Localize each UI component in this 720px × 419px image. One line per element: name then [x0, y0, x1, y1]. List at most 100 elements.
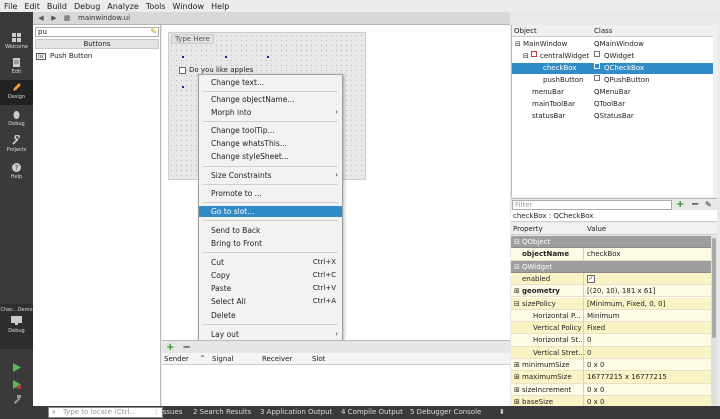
expand-icon[interactable]: ⊞: [514, 359, 520, 371]
pane-search-results[interactable]: 2 Search Results: [193, 406, 251, 419]
menu-build[interactable]: Build: [47, 2, 67, 11]
tree-row[interactable]: pushButton QPushButton: [512, 75, 718, 86]
column-receiver[interactable]: Receiver: [262, 353, 292, 365]
selection-handle[interactable]: [182, 86, 184, 88]
mode-help[interactable]: ? Help: [0, 160, 33, 185]
mode-debug[interactable]: Debug: [0, 107, 33, 132]
tree-row[interactable]: statusBar QStatusBar: [512, 111, 718, 122]
property-row[interactable]: objectName checkBox: [511, 248, 717, 261]
kit-selector[interactable]: Chec...Demo Debug: [0, 304, 33, 349]
mode-projects[interactable]: Projects: [0, 133, 33, 158]
property-row[interactable]: ⊞ minimumSize 0 x 0: [511, 359, 717, 372]
nav-back-icon[interactable]: ◀: [36, 14, 46, 23]
collapse-icon[interactable]: ⊟: [514, 298, 520, 310]
more-panes-icon[interactable]: ⬍: [499, 406, 505, 419]
enabled-checkbox[interactable]: ✓: [587, 274, 595, 283]
open-file-name[interactable]: mainwindow.ui: [78, 14, 130, 22]
pane-debugger-console[interactable]: 5 Debugger Console: [410, 406, 481, 419]
property-value[interactable]: 0: [587, 347, 591, 359]
column-property[interactable]: Property: [513, 223, 543, 235]
tree-row[interactable]: checkBox QCheckBox: [512, 63, 718, 74]
property-value[interactable]: 0 x 0: [587, 396, 605, 406]
object-inspector-scrollbar[interactable]: [713, 25, 718, 197]
tree-row[interactable]: mainToolBar QToolBar: [512, 99, 718, 110]
property-value[interactable]: [Minimum, Fixed, 0, 0]: [587, 298, 665, 310]
property-value[interactable]: 0: [587, 334, 591, 346]
remove-dynamic-property-icon[interactable]: −: [691, 199, 699, 210]
property-row[interactable]: Vertical Policy Fixed: [511, 322, 717, 335]
tree-row[interactable]: ⊟ MainWindow QMainWindow: [512, 39, 718, 50]
widget-filter-input[interactable]: pu ✎: [35, 27, 159, 37]
widget-item-push-button[interactable]: OK Push Button: [36, 51, 92, 61]
column-sender[interactable]: Sender: [164, 353, 189, 365]
menu-item-promote-to[interactable]: Promote to ...: [199, 188, 342, 199]
menu-item-cut[interactable]: Cut Ctrl+X: [199, 257, 342, 268]
column-object[interactable]: Object: [514, 25, 537, 37]
add-dynamic-property-icon[interactable]: +: [676, 199, 684, 210]
mode-welcome[interactable]: Welcome: [0, 30, 33, 55]
property-row[interactable]: ⊞ baseSize 0 x 0: [511, 395, 717, 406]
property-value[interactable]: 16777215 x 16777215: [587, 371, 667, 383]
scrollbar-thumb[interactable]: [712, 238, 716, 338]
menu-item-delete[interactable]: Delete: [199, 310, 342, 321]
property-row[interactable]: Vertical Stret... 0: [511, 346, 717, 359]
menu-item-select-all[interactable]: Select All Ctrl+A: [199, 296, 342, 307]
menu-item-change-whatsthis[interactable]: Change whatsThis...: [199, 138, 342, 149]
property-value[interactable]: Minimum: [587, 310, 619, 322]
menu-edit[interactable]: Edit: [24, 2, 40, 11]
menu-item-change-tooltip[interactable]: Change toolTip...: [199, 125, 342, 136]
form-checkbox[interactable]: Do you like apples: [179, 66, 253, 74]
expand-icon[interactable]: ⊞: [514, 371, 520, 383]
menu-file[interactable]: File: [4, 2, 17, 11]
column-slot[interactable]: Slot: [312, 353, 325, 365]
menu-analyze[interactable]: Analyze: [107, 2, 139, 11]
property-scrollbar[interactable]: [711, 236, 717, 406]
menu-item-change-stylesheet[interactable]: Change styleSheet...: [199, 151, 342, 162]
property-row[interactable]: ⊞ sizeIncrement 0 x 0: [511, 383, 717, 396]
menu-debug[interactable]: Debug: [74, 2, 100, 11]
menu-item-change-objectname[interactable]: Change objectName...: [199, 94, 342, 105]
build-hammer-icon[interactable]: [11, 394, 22, 405]
collapse-icon[interactable]: ⊟: [523, 51, 529, 62]
debug-run-icon[interactable]: [11, 379, 22, 390]
menu-item-size-constraints[interactable]: Size Constraints ›: [199, 170, 342, 181]
menu-item-copy[interactable]: Copy Ctrl+C: [199, 270, 342, 281]
run-icon[interactable]: [11, 362, 22, 373]
column-signal[interactable]: Signal: [212, 353, 234, 365]
selection-handle[interactable]: [225, 56, 227, 58]
collapse-icon[interactable]: ⊟: [515, 39, 521, 50]
property-value[interactable]: Fixed: [587, 322, 605, 334]
property-value[interactable]: [(20, 10), 181 x 61]: [587, 285, 656, 297]
pane-compile-output[interactable]: 4 Compile Output: [341, 406, 403, 419]
column-value[interactable]: Value: [587, 223, 606, 235]
menu-item-bring-to-front[interactable]: Bring to Front: [199, 238, 342, 249]
menu-item-lay-out[interactable]: Lay out ›: [199, 329, 342, 340]
selection-handle[interactable]: [267, 56, 269, 58]
menu-help[interactable]: Help: [211, 2, 229, 11]
property-value[interactable]: checkBox: [587, 248, 621, 260]
property-section[interactable]: ⊟ QWidget: [511, 260, 717, 273]
menu-item-send-to-back[interactable]: Send to Back: [199, 225, 342, 236]
menu-item-change-text[interactable]: Change text...: [199, 77, 342, 88]
locator-input[interactable]: ⌕ Type to locate (Ctrl...: [48, 407, 163, 418]
widget-category-header[interactable]: Buttons: [35, 39, 159, 49]
property-row[interactable]: enabled ✓: [511, 272, 717, 286]
tree-row[interactable]: ⊟ centralWidget QWidget: [512, 51, 718, 62]
property-row[interactable]: ⊟ sizePolicy [Minimum, Fixed, 0, 0]: [511, 297, 717, 310]
menu-type-here[interactable]: Type Here: [171, 34, 214, 44]
selection-handle[interactable]: [182, 56, 184, 58]
menu-item-go-to-slot[interactable]: Go to slot...: [199, 206, 342, 217]
property-section[interactable]: ⊟ QObject: [511, 236, 717, 249]
menu-tools[interactable]: Tools: [146, 2, 166, 11]
property-value[interactable]: 0 x 0: [587, 359, 605, 371]
property-row[interactable]: Horizontal St... 0: [511, 334, 717, 347]
expand-icon[interactable]: ⊞: [514, 285, 520, 297]
pane-issues[interactable]: 1 Issues: [154, 406, 182, 419]
property-value[interactable]: 0 x 0: [587, 384, 605, 396]
pane-application-output[interactable]: 3 Application Output: [260, 406, 332, 419]
clear-filter-icon[interactable]: ✎: [150, 28, 157, 36]
property-row[interactable]: ⊞ maximumSize 16777215 x 16777215: [511, 371, 717, 384]
tree-row[interactable]: menuBar QMenuBar: [512, 87, 718, 98]
mode-edit[interactable]: Edit: [0, 55, 33, 80]
menu-window[interactable]: Window: [173, 2, 205, 11]
